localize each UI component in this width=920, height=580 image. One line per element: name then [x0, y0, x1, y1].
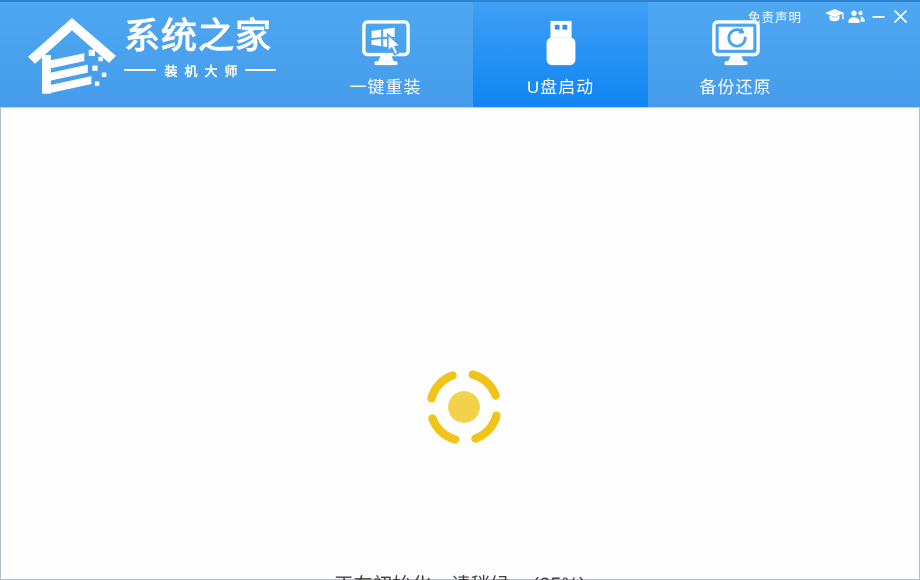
monitor-windows-icon	[359, 11, 413, 69]
app-window: 系统之家 装机大师	[0, 0, 920, 580]
main-nav-tabs: 一键重装 U盘启动	[298, 2, 823, 109]
tab-usb-boot[interactable]: U盘启动	[473, 2, 648, 109]
brand-text: 系统之家 装机大师	[124, 17, 276, 80]
minimize-icon	[872, 16, 884, 18]
subtitle-right-dash	[245, 69, 277, 71]
minimize-button[interactable]	[868, 9, 888, 25]
users-icon[interactable]	[846, 9, 866, 25]
usb-drive-icon	[534, 11, 588, 69]
app-subtitle: 装机大师	[156, 61, 245, 80]
tab-one-click-reinstall[interactable]: 一键重装	[298, 2, 473, 109]
service-cap-icon[interactable]	[824, 9, 844, 25]
close-icon	[894, 10, 907, 23]
loading-spinner-icon	[422, 365, 506, 449]
tab-label: 一键重装	[350, 73, 422, 98]
app-subtitle-row: 装机大师	[124, 61, 276, 80]
status-text: 正在初始化，请稍候... (25%)	[1, 570, 919, 580]
disclaimer-link[interactable]: 免责声明	[748, 7, 802, 26]
header-bar: 系统之家 装机大师	[0, 0, 920, 107]
main-content: 正在初始化，请稍候... (25%)	[0, 107, 920, 580]
close-button[interactable]	[890, 9, 910, 25]
house-stack-icon	[26, 11, 118, 99]
app-logo	[26, 11, 118, 104]
titlebar-controls: 免责声明	[748, 7, 910, 26]
app-title: 系统之家	[124, 17, 276, 55]
tab-label: U盘启动	[527, 73, 594, 98]
tab-label: 备份还原	[700, 73, 772, 98]
subtitle-left-dash	[124, 69, 156, 71]
